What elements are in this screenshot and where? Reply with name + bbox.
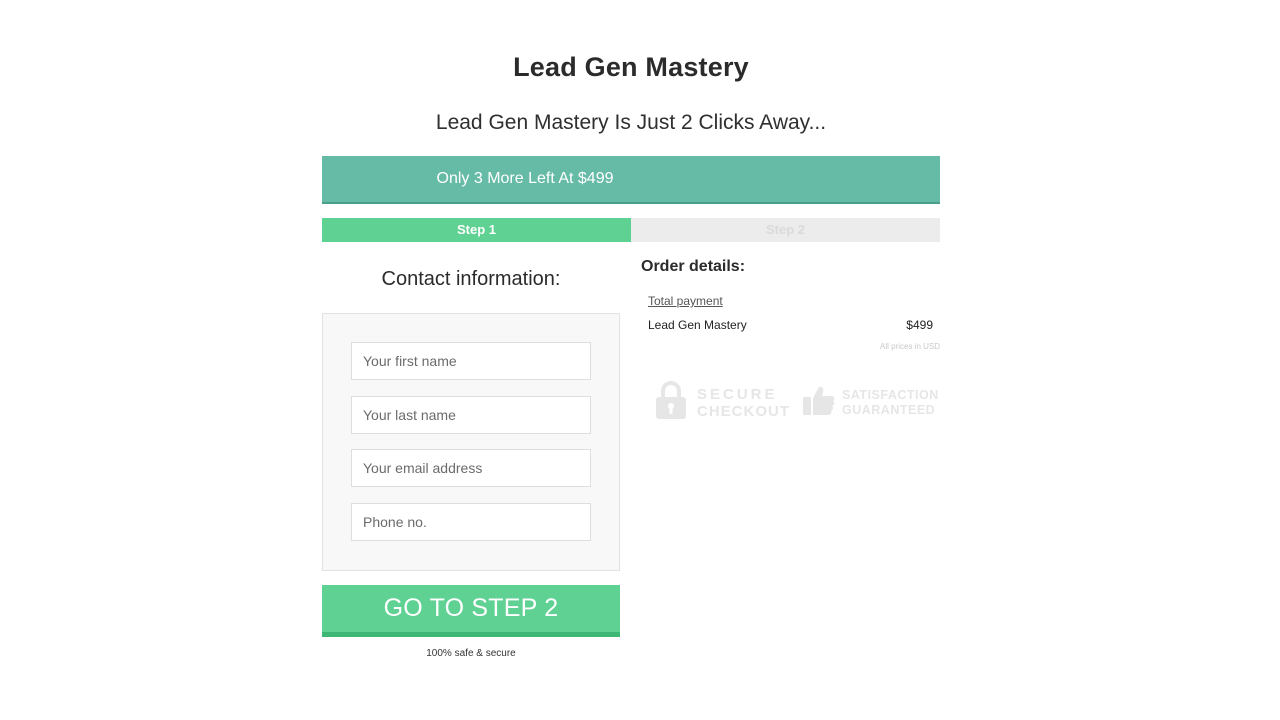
go-to-step-2-button[interactable]: GO TO STEP 2 (322, 585, 620, 637)
countdown-days: 0 DAYS (1052, 160, 1087, 194)
first-name-input[interactable] (351, 342, 591, 380)
countdown-hours: 0 HOURS (1086, 160, 1131, 194)
last-name-input[interactable] (351, 396, 591, 434)
banner-offer-text: Only 3 More Left At $499 (436, 170, 614, 187)
step-progress-bar: Step 1 Step 2 (322, 218, 940, 242)
secure-label: SECURE (697, 385, 778, 403)
countdown-days-label: DAYS (1058, 184, 1081, 193)
countdown-banner: Only 3 More Left At $499 0 DAYS 0 HOURS … (322, 156, 1231, 204)
countdown-minutes-label: MINUTES (1137, 184, 1177, 193)
phone-input[interactable] (351, 503, 591, 541)
secure-checkout-badge: SECURE CHECKOUT (654, 380, 790, 425)
total-payment-label[interactable]: Total payment (648, 294, 723, 308)
countdown-hours-value: 0 (1104, 162, 1115, 182)
countdown-minutes-value: 18 (1147, 162, 1168, 182)
countdown-hours-label: HOURS (1093, 184, 1125, 193)
contact-heading: Contact information: (381, 268, 561, 290)
contact-form (322, 313, 620, 571)
product-name: Lead Gen Mastery (648, 318, 747, 332)
countdown-minutes: 18 MINUTES (1130, 160, 1183, 194)
satisfaction-label: SATISFACTION (842, 387, 939, 402)
step-1-tab[interactable]: Step 1 (322, 218, 631, 242)
countdown-timer: 0 DAYS 0 HOURS 18 MINUTES 1 SECONDS (1052, 160, 1238, 194)
step-2-tab[interactable]: Step 2 (631, 218, 940, 242)
product-price: $499 (906, 318, 933, 332)
padlock-icon (654, 380, 688, 425)
checkout-label: CHECKOUT (697, 402, 790, 420)
countdown-seconds: 1 SECONDS (1182, 160, 1238, 194)
trust-badges: SECURE CHECKOUT SATISFACTION GUARANTEED (654, 380, 939, 425)
countdown-seconds-label: SECONDS (1189, 184, 1232, 193)
order-details-heading: Order details: (641, 258, 746, 275)
email-input[interactable] (351, 449, 591, 487)
guaranteed-label: GUARANTEED (842, 402, 936, 417)
countdown-days-value: 0 (1064, 162, 1075, 182)
page-title: Lead Gen Mastery (513, 52, 749, 82)
safe-secure-note: 100% safe & secure (426, 648, 516, 659)
currency-note: All prices in USD (879, 342, 940, 351)
countdown-seconds-value: 1 (1205, 162, 1216, 182)
page-subtitle: Lead Gen Mastery Is Just 2 Clicks Away..… (435, 111, 827, 134)
satisfaction-badge: SATISFACTION GUARANTEED (802, 383, 939, 422)
order-line-item: Lead Gen Mastery $499 (648, 318, 933, 332)
thumbs-up-icon (802, 383, 836, 422)
